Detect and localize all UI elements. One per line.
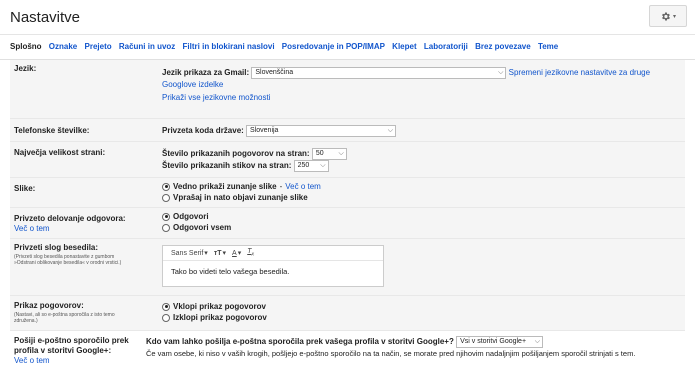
font-family-value: Sans Serif bbox=[171, 249, 204, 257]
always-show-images-label: Vedno prikaži zunanje slike bbox=[173, 182, 277, 191]
row-page-size: Največja velikost strani: Število prikaz… bbox=[10, 142, 685, 178]
tab-forwarding-pop-imap[interactable]: Posredovanje in POP/IMAP bbox=[282, 42, 385, 51]
row-images: Slike: Vedno prikaži zunanje slike - Več… bbox=[10, 178, 685, 208]
show-all-languages-link[interactable]: Prikaži vse jezikovne možnosti bbox=[162, 93, 270, 102]
language-select[interactable]: Slovenščina ⌵ bbox=[251, 67, 507, 79]
conversation-off-label: Izklopi prikaz pogovorov bbox=[173, 313, 267, 322]
tab-offline[interactable]: Brez povezave bbox=[475, 42, 531, 51]
reply-all-radio[interactable] bbox=[162, 223, 170, 232]
google-plus-learn-more-link[interactable]: Več o tem bbox=[14, 356, 134, 366]
chevron-down-icon: ⌵ bbox=[320, 162, 326, 170]
tab-themes[interactable]: Teme bbox=[538, 42, 558, 51]
text-style-preview: Tako bo videti telo vašega besedila. bbox=[171, 267, 290, 276]
font-size-button[interactable]: ᴛT ▾ bbox=[214, 248, 226, 259]
reply-all-option-label: Odgovori vsem bbox=[173, 223, 232, 232]
chevron-down-icon: ⌵ bbox=[534, 338, 541, 345]
page-size-label: Največja velikost strani: bbox=[14, 148, 106, 157]
conversations-per-page-select[interactable]: 50 ⌵ bbox=[311, 148, 347, 160]
images-label: Slike: bbox=[14, 184, 36, 193]
images-learn-more-link[interactable]: Več o tem bbox=[285, 181, 321, 192]
settings-header: Nastavitve ▾ bbox=[0, 0, 695, 35]
ask-show-images-label: Vprašaj in nato objavi zunanje slike bbox=[173, 193, 308, 202]
google-plus-selected-value: Vsi v storitvi Google+ bbox=[460, 338, 527, 345]
chevron-down-icon: ▾ bbox=[237, 249, 242, 257]
conversations-per-page-value: 50 bbox=[315, 150, 324, 157]
country-selected-value: Slovenija bbox=[250, 127, 279, 134]
text-color-icon: A bbox=[232, 249, 237, 257]
clear-format-button[interactable]: Tx bbox=[247, 246, 254, 260]
text-color-button[interactable]: A ▾ bbox=[232, 248, 241, 259]
row-text-style: Privzeti slog besedila: (Privzeti slog b… bbox=[10, 239, 685, 296]
row-phone: Telefonske številke: Privzeta koda držav… bbox=[10, 119, 685, 142]
conversation-on-radio[interactable] bbox=[162, 302, 170, 311]
text-style-toolbar: Sans Serif ▾ ᴛT ▾ A ▾ Tx bbox=[163, 246, 383, 261]
chevron-down-icon: ⌵ bbox=[387, 127, 394, 134]
reply-radio[interactable] bbox=[162, 212, 170, 221]
settings-tabs: Splošno Oznake Prejeto Računi in uvoz Fi… bbox=[10, 42, 685, 56]
text-size-icon: ᴛT bbox=[213, 249, 222, 257]
text-style-editor: Sans Serif ▾ ᴛT ▾ A ▾ Tx Tako bo videti tel… bbox=[162, 245, 384, 287]
always-show-images-radio[interactable] bbox=[162, 182, 170, 191]
tab-inbox[interactable]: Prejeto bbox=[85, 42, 112, 51]
tab-accounts-import[interactable]: Računi in uvoz bbox=[119, 42, 175, 51]
tab-labs[interactable]: Laboratoriji bbox=[424, 42, 468, 51]
chevron-down-icon: ⌵ bbox=[338, 150, 344, 157]
reply-option-label: Odgovori bbox=[173, 212, 209, 221]
google-plus-description: Če vam osebe, ki niso v vaših krogih, po… bbox=[146, 349, 636, 358]
phone-field-label: Privzeta koda države: bbox=[162, 126, 244, 136]
conversation-view-label: Prikaz pogovorov: bbox=[14, 301, 84, 310]
conversation-on-label: Vklopi prikaz pogovorov bbox=[173, 302, 266, 311]
language-label: Jezik: bbox=[14, 64, 37, 73]
google-plus-label: Pošiji e-poštno sporočilo prek profila v… bbox=[14, 336, 129, 355]
contacts-per-page-value: 250 bbox=[297, 162, 310, 170]
text-style-note: (Privzeti slog besedila ponastavite z gu… bbox=[14, 254, 122, 266]
conversations-per-page-label: Število prikazanih pogovorov na stran: bbox=[162, 149, 310, 159]
row-google-plus: Pošiji e-poštno sporočilo prek profila v… bbox=[10, 331, 685, 367]
row-reply: Privzeto delovanje odgovora: Več o tem O… bbox=[10, 208, 685, 239]
conversation-view-note: (Nastavi, ali so e-poštna sporočila z is… bbox=[14, 312, 115, 324]
contacts-per-page-label: Število prikazanih stikov na stran: bbox=[162, 161, 292, 171]
language-selected-value: Slovenščina bbox=[255, 69, 294, 76]
settings-gear-button[interactable]: ▾ bbox=[649, 5, 687, 27]
tab-chat[interactable]: Klepet bbox=[392, 42, 416, 51]
gear-icon bbox=[660, 11, 671, 22]
tab-general[interactable]: Splošno bbox=[10, 42, 42, 51]
phone-label: Telefonske številke: bbox=[14, 126, 90, 135]
text-style-label: Privzeti slog besedila: bbox=[14, 243, 99, 252]
ask-show-images-radio[interactable] bbox=[162, 193, 170, 202]
reply-learn-more-link[interactable]: Več o tem bbox=[14, 224, 126, 234]
clear-format-icon: Tx bbox=[247, 247, 255, 258]
chevron-down-icon: ▾ bbox=[222, 249, 227, 257]
chevron-down-icon: ▾ bbox=[204, 249, 208, 257]
tab-filters[interactable]: Filtri in blokirani naslovi bbox=[183, 42, 275, 51]
conversation-off-radio[interactable] bbox=[162, 313, 170, 322]
language-field-label: Jezik prikaza za Gmail: bbox=[162, 68, 250, 78]
google-plus-question: Kdo vam lahko pošilja e-poštna sporočila… bbox=[146, 337, 454, 347]
chevron-down-icon: ▾ bbox=[672, 13, 676, 20]
country-code-select[interactable]: Slovenija ⌵ bbox=[246, 125, 397, 137]
page-title: Nastavitve bbox=[10, 9, 81, 26]
contacts-per-page-select[interactable]: 250 ⌵ bbox=[293, 160, 329, 173]
reply-label: Privzeto delovanje odgovora: bbox=[14, 214, 126, 223]
row-language: Jezik: Jezik prikaza za Gmail: Slovenšči… bbox=[10, 60, 685, 119]
font-family-dropdown[interactable]: Sans Serif ▾ bbox=[171, 248, 208, 259]
chevron-down-icon: ⌵ bbox=[498, 69, 504, 76]
tab-labels[interactable]: Oznake bbox=[49, 42, 77, 51]
google-plus-select[interactable]: Vsi v storitvi Google+ ⌵ bbox=[456, 336, 544, 348]
row-conversation-view: Prikaz pogovorov: (Nastavi, ali so e-poš… bbox=[10, 296, 685, 331]
